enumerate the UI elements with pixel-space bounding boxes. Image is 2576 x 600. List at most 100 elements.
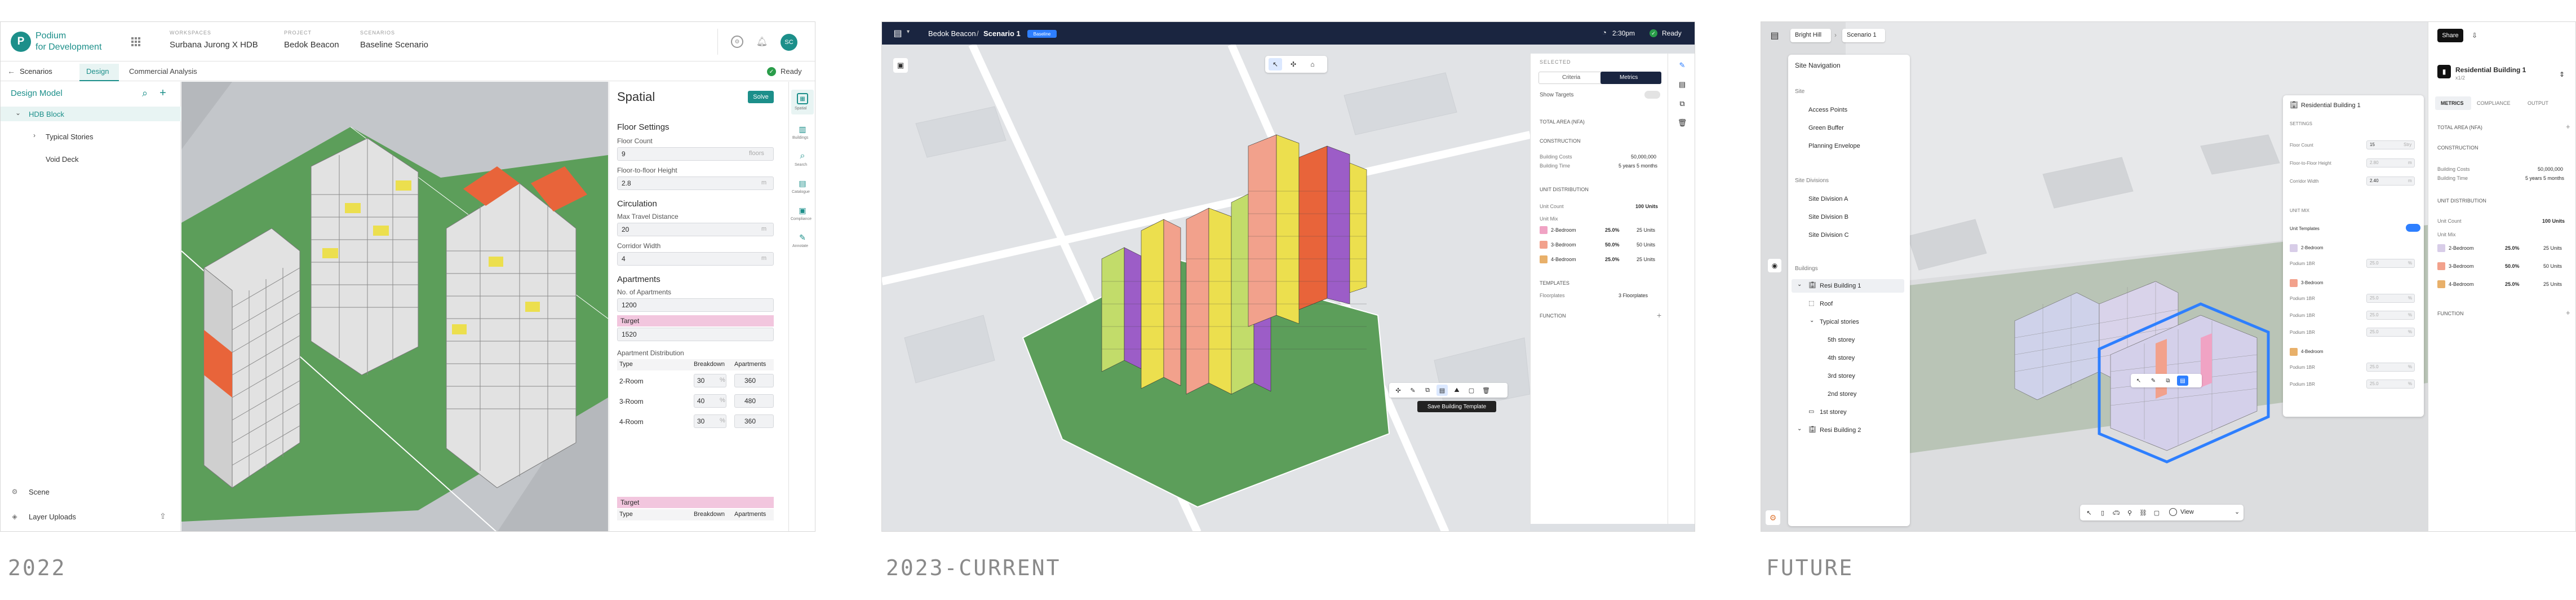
layers-icon[interactable]: ◈ xyxy=(11,513,19,520)
save-template-icon[interactable]: ▤ xyxy=(1436,385,1448,396)
tab-metrics[interactable]: METRICS xyxy=(2441,100,2464,106)
chevron-down-icon[interactable]: ▾ xyxy=(907,29,910,35)
section-construction[interactable]: CONSTRUCTION xyxy=(1540,138,1581,144)
view-icon[interactable] xyxy=(2169,508,2177,516)
compliance-icon[interactable]: ▣ xyxy=(797,205,808,216)
view-dropdown[interactable]: View xyxy=(2180,509,2194,515)
select-icon[interactable]: ↖ xyxy=(2133,376,2144,386)
nav-site-division-a[interactable]: Site Division A xyxy=(1808,196,1848,202)
section-construction[interactable]: CONSTRUCTION xyxy=(2437,145,2479,151)
podium-logo-icon[interactable]: ▤ xyxy=(892,28,903,39)
3d-viewport[interactable] xyxy=(181,82,608,531)
upload-icon[interactable]: ⇪ xyxy=(157,510,169,522)
ftf-height-input[interactable] xyxy=(617,177,774,190)
back-icon[interactable]: ← xyxy=(7,67,15,76)
add-icon[interactable]: + xyxy=(2566,122,2570,131)
crumb-scenario[interactable]: Baseline Scenario xyxy=(360,40,428,50)
crumb-scenario[interactable]: Scenario 1 xyxy=(1847,32,1877,38)
spatial-icon[interactable]: ▦ xyxy=(797,93,808,104)
criteria-tab[interactable]: Criteria xyxy=(1562,74,1580,81)
section-unit-distribution[interactable]: UNIT DISTRIBUTION xyxy=(2437,198,2486,204)
delete-icon[interactable]: 🗑︎ xyxy=(1480,385,1492,396)
chevron-down-icon[interactable]: ⌄ xyxy=(1810,317,1814,324)
map-layers-button[interactable]: ▣ xyxy=(893,58,908,73)
3d-viewport[interactable]: ▣ ↖ ✣ ⌂ ✣ ✎ ⧉ ▤ ⛰︎ ▢ 🗑︎ Save Building Te… xyxy=(882,45,1530,531)
eye-icon[interactable]: ◉ xyxy=(1768,259,1781,272)
copy-icon[interactable]: ⧉ xyxy=(1422,385,1433,396)
tree-item-typical-stories[interactable]: Typical Stories xyxy=(46,133,94,141)
apps-grid-icon[interactable] xyxy=(130,36,141,47)
tree-item-hdb-block-row[interactable] xyxy=(1,107,181,121)
tab-compliance[interactable]: COMPLIANCE xyxy=(2477,100,2511,106)
podium-logo[interactable]: P xyxy=(11,32,31,52)
back-to-scenarios-link[interactable]: Scenarios xyxy=(20,67,52,76)
export-icon[interactable]: ⇩ xyxy=(2468,29,2481,42)
edit-icon[interactable]: ✎ xyxy=(1407,385,1418,396)
nav-resi-building-1[interactable]: Resi Building 1 xyxy=(1820,283,1861,289)
tab-commercial-analysis[interactable]: Commercial Analysis xyxy=(129,67,197,76)
add-function-icon[interactable]: + xyxy=(1657,311,1661,320)
building-tool-icon[interactable]: ⌂ xyxy=(1306,58,1319,70)
nav-planning-envelope[interactable]: Planning Envelope xyxy=(1808,143,1860,149)
nav-access-points[interactable]: Access Points xyxy=(1808,107,1847,113)
max-travel-distance-input[interactable] xyxy=(617,223,774,236)
tree-item-void-deck[interactable]: Void Deck xyxy=(46,155,79,164)
select-tool-icon[interactable]: ↖ xyxy=(2083,507,2095,518)
3d-viewport[interactable]: ▤ Bright Hill › Scenario 1 ◉ ⚙ Site Navi… xyxy=(1761,22,2428,531)
image-icon[interactable]: ⛰︎ xyxy=(1451,385,1462,396)
apartment-count-input[interactable] xyxy=(617,298,774,312)
nav-site-division-c[interactable]: Site Division C xyxy=(1808,232,1849,239)
section-function[interactable]: FUNCTION xyxy=(2437,311,2464,316)
expand-icon[interactable]: ⇕ xyxy=(2559,70,2565,78)
link-tool-icon[interactable]: ⛓︎ xyxy=(2138,507,2149,518)
nav-5th-storey[interactable]: 5th storey xyxy=(1828,337,1855,343)
show-targets-toggle[interactable] xyxy=(1644,91,1660,99)
section-total-area[interactable]: TOTAL AREA (NFA) xyxy=(2437,125,2482,130)
avatar[interactable]: SC xyxy=(781,34,797,51)
annotate-icon[interactable]: ✎ xyxy=(1676,59,1688,72)
chevron-down-icon[interactable]: ⌄ xyxy=(1797,426,1802,432)
chevron-down-icon[interactable]: ⌄ xyxy=(1797,281,1802,288)
section-function[interactable]: FUNCTION xyxy=(1540,313,1566,319)
solve-button[interactable]: Solve xyxy=(748,91,774,103)
target-input[interactable] xyxy=(617,328,774,341)
tab-design[interactable]: Design xyxy=(86,67,109,76)
nav-4th-storey[interactable]: 4th storey xyxy=(1828,355,1855,361)
catalogue-icon[interactable]: ▤ xyxy=(797,178,808,189)
bike-tool-icon[interactable]: ⚲ xyxy=(2124,507,2135,518)
move-icon[interactable]: ✣ xyxy=(1393,385,1404,396)
settings-icon[interactable]: ⚙ xyxy=(1766,510,1780,525)
crumb-project[interactable]: Bedok Beacon xyxy=(928,29,976,38)
chevron-right-icon[interactable]: › xyxy=(33,131,36,139)
section-unit-distribution[interactable]: UNIT DISTRIBUTION xyxy=(1540,187,1589,192)
metrics-tab[interactable]: Metrics xyxy=(1620,74,1638,81)
settings-icon[interactable]: ⚙ xyxy=(731,36,743,48)
chevron-down-icon[interactable]: ⌄ xyxy=(2234,508,2240,515)
scene-icon[interactable]: ⚙ xyxy=(11,488,19,496)
frame-icon[interactable]: ▢ xyxy=(1466,385,1477,396)
notification-bell-icon[interactable]: 🔔︎ xyxy=(756,36,768,48)
annotate-icon[interactable]: ✎ xyxy=(797,232,808,243)
move-tool-icon[interactable]: ✣ xyxy=(1287,58,1300,70)
podium-logo-icon[interactable]: ▤ xyxy=(1768,29,1781,42)
crumb-site[interactable]: Bright Hill xyxy=(1795,32,1821,38)
section-total-area[interactable]: TOTAL AREA (NFA) xyxy=(1540,119,1585,125)
buildings-icon[interactable]: ▥ xyxy=(797,123,808,135)
layer-uploads-link[interactable]: Layer Uploads xyxy=(29,513,76,521)
crumb-scenario[interactable]: Scenario 1 xyxy=(983,29,1021,38)
nav-1st-storey[interactable]: 1st storey xyxy=(1820,409,1847,416)
crumb-workspaces[interactable]: Surbana Jurong X HDB xyxy=(170,40,258,50)
scene-link[interactable]: Scene xyxy=(29,488,50,496)
save-template-icon[interactable]: ▤ xyxy=(2177,376,2188,386)
add-icon[interactable]: + xyxy=(2566,308,2570,317)
document-tool-icon[interactable]: ▢ xyxy=(2151,507,2162,518)
nav-site-division-b[interactable]: Site Division B xyxy=(1808,214,1848,220)
copy-icon[interactable]: ⧉ xyxy=(1676,98,1688,110)
add-icon[interactable]: + xyxy=(157,87,169,99)
nav-typical-stories[interactable]: Typical stories xyxy=(1820,319,1859,325)
nav-3rd-storey[interactable]: 3rd storey xyxy=(1828,373,1855,380)
chevron-down-icon[interactable]: ⌄ xyxy=(15,109,21,117)
select-tool-icon[interactable]: ↖ xyxy=(1269,58,1282,70)
building-tool-icon[interactable]: ▯ xyxy=(2097,507,2108,518)
corridor-width-input[interactable] xyxy=(617,252,774,266)
